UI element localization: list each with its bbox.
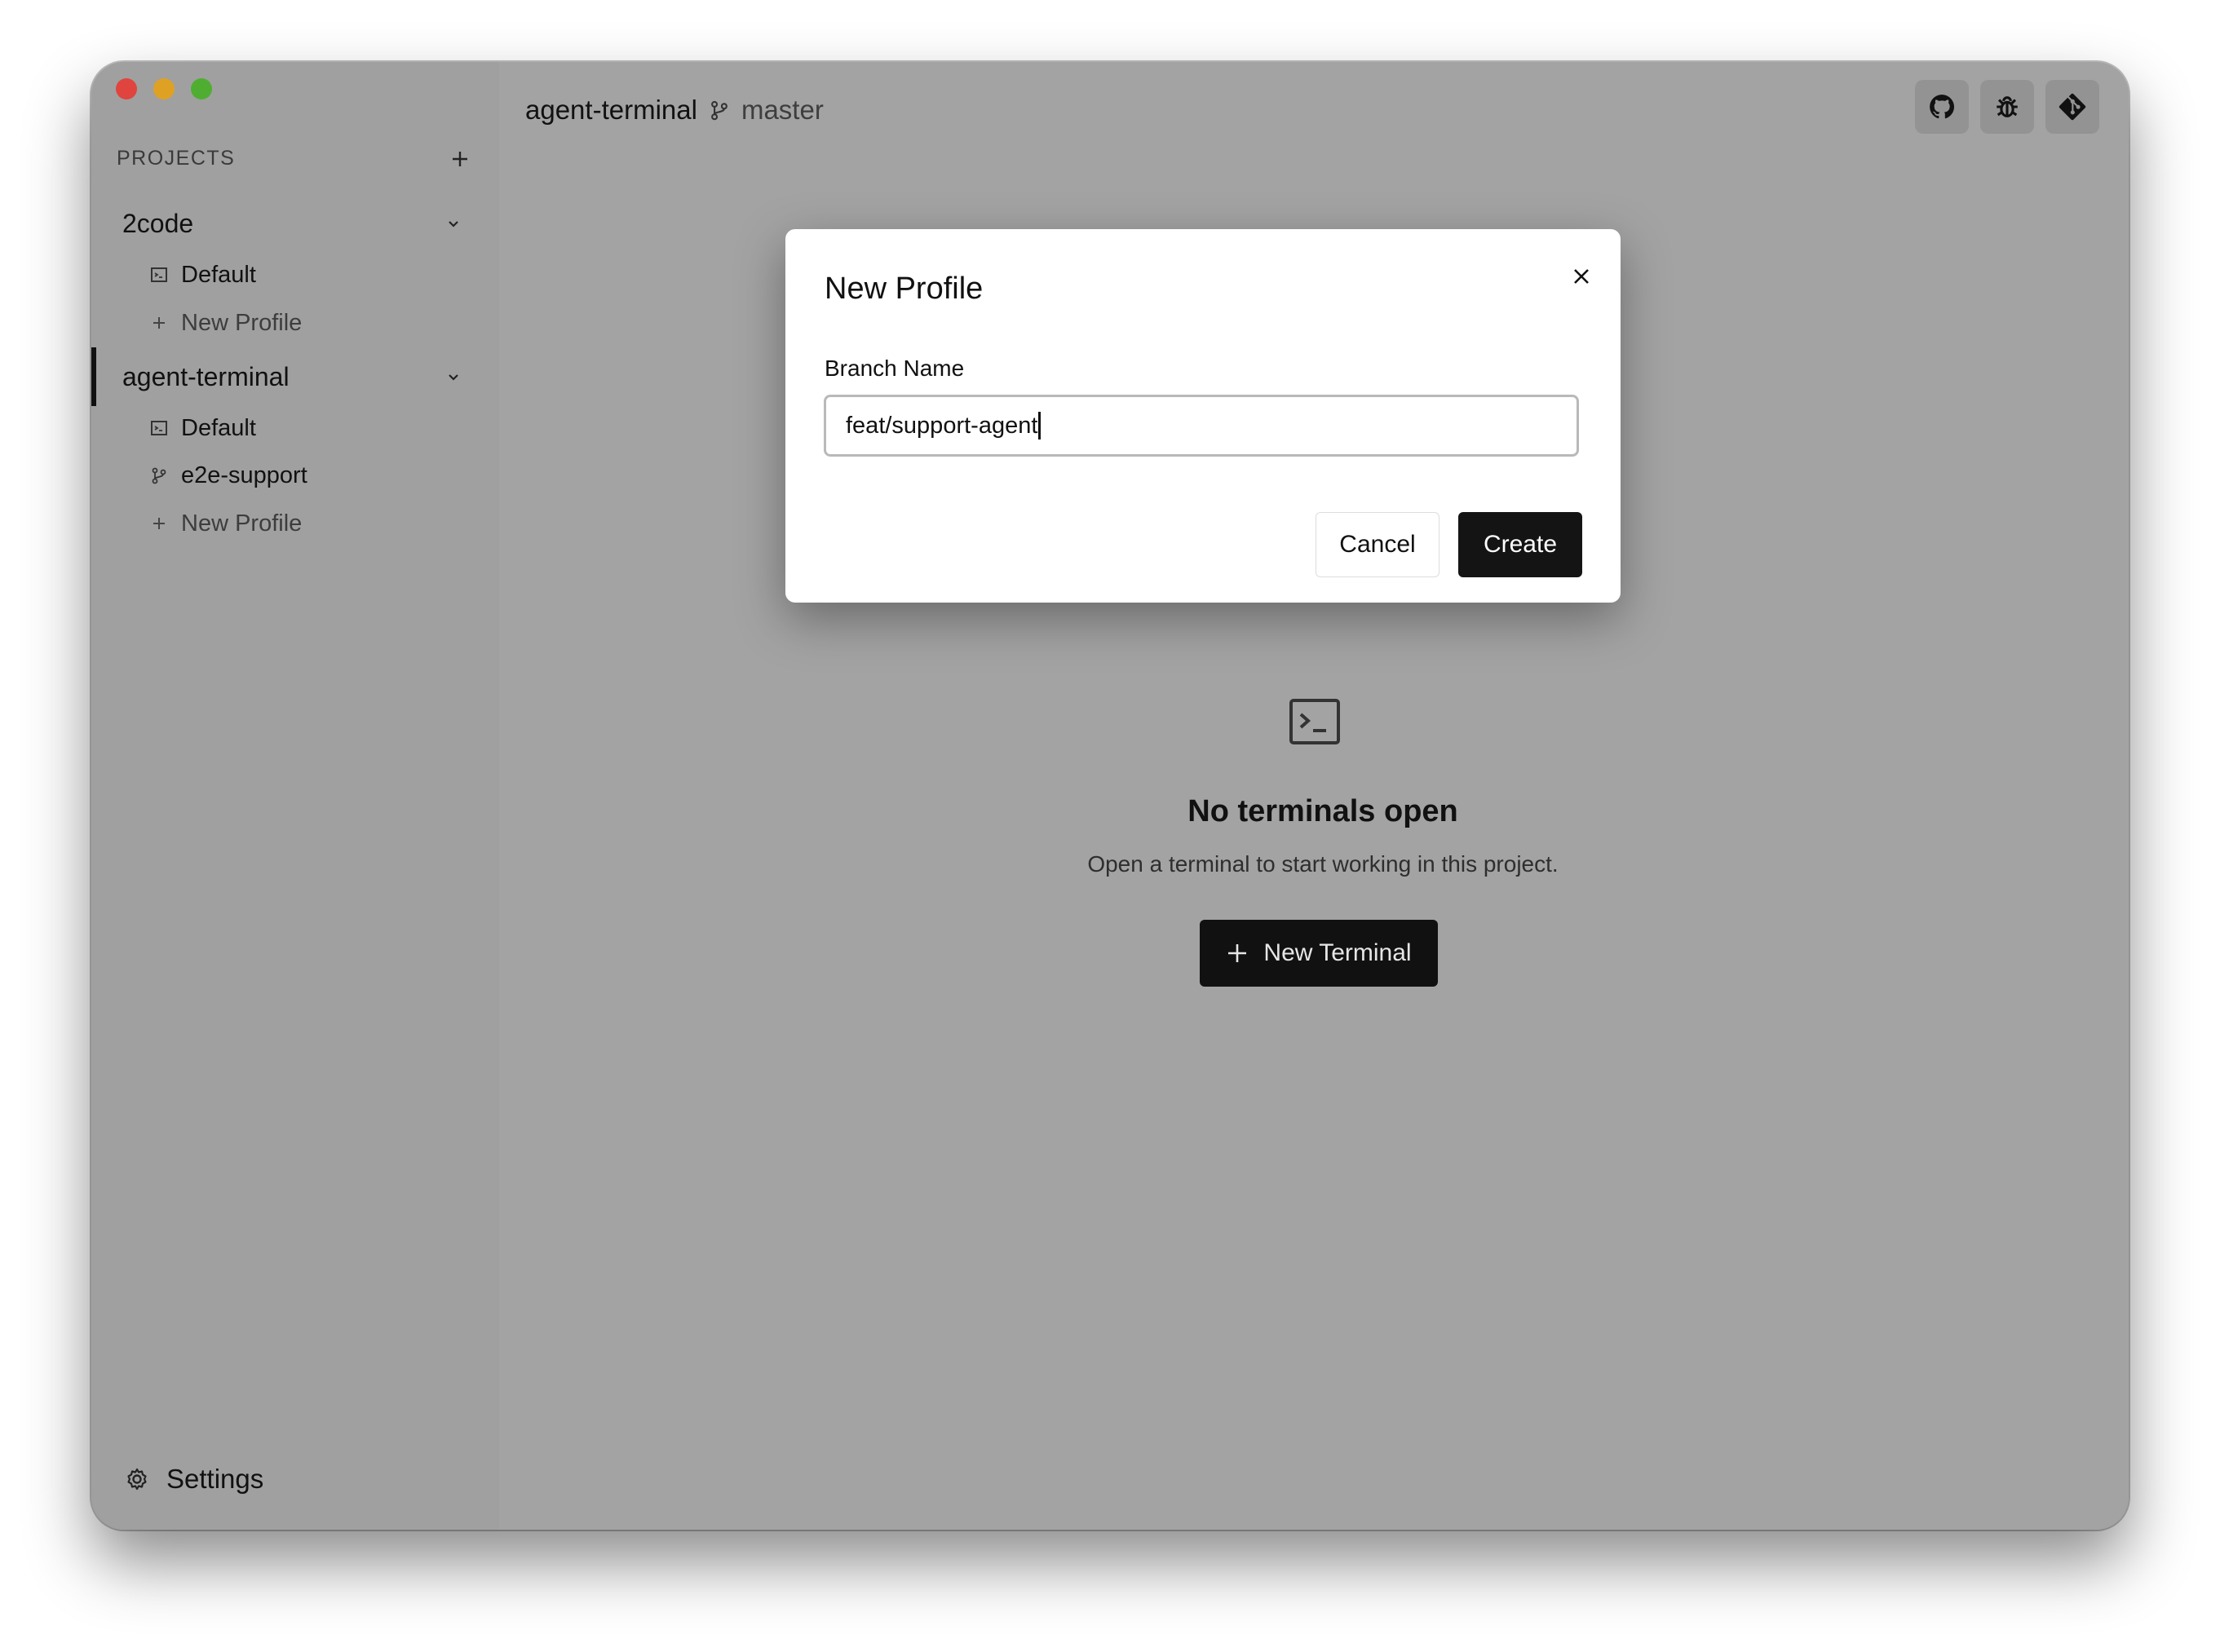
- plus-icon: [153, 317, 165, 329]
- empty-state-title: No terminals open: [1187, 794, 1458, 828]
- plus-icon: [153, 518, 165, 529]
- breadcrumb: agent-terminal master: [525, 95, 824, 126]
- cancel-button[interactable]: Cancel: [1316, 512, 1439, 577]
- branch-icon: [711, 100, 727, 121]
- profile-default-agent-terminal[interactable]: Default: [181, 412, 256, 444]
- terminal-icon: [151, 267, 167, 282]
- settings-button[interactable]: Settings: [124, 1464, 263, 1495]
- app-window: PROJECTS 2code Default New Profile agent…: [91, 62, 2129, 1530]
- new-terminal-button[interactable]: New Terminal: [1200, 920, 1438, 987]
- sidebar: PROJECTS 2code Default New Profile agent…: [91, 62, 499, 1530]
- text-cursor: [1038, 412, 1041, 440]
- branch-name-label: Branch Name: [825, 356, 965, 381]
- create-button[interactable]: Create: [1458, 512, 1582, 577]
- repo-name: agent-terminal: [525, 95, 697, 125]
- branch-name-input[interactable]: feat/support-agent: [824, 395, 1579, 457]
- github-icon: [1930, 95, 1955, 119]
- plus-icon: [1228, 944, 1247, 962]
- terminal-icon: [151, 421, 167, 435]
- new-profile-2code[interactable]: New Profile: [181, 307, 302, 339]
- profile-e2e-support[interactable]: e2e-support: [181, 459, 307, 492]
- git-icon: [2059, 93, 2086, 121]
- bug-button[interactable]: [1980, 80, 2034, 134]
- projects-heading: PROJECTS: [117, 147, 236, 170]
- zoom-window-button[interactable]: [191, 78, 212, 99]
- minimize-window-button[interactable]: [153, 78, 175, 99]
- git-button[interactable]: [2045, 80, 2099, 134]
- terminal-icon: [1289, 699, 1340, 744]
- github-button[interactable]: [1915, 80, 1969, 134]
- close-window-button[interactable]: [116, 78, 137, 99]
- profile-default-2code[interactable]: Default: [181, 258, 256, 291]
- settings-label: Settings: [166, 1464, 264, 1494]
- empty-state-subtitle: Open a terminal to start working in this…: [1087, 851, 1559, 877]
- new-profile-dialog: New Profile Branch Name feat/support-age…: [785, 229, 1621, 603]
- branch-icon: [152, 467, 166, 484]
- project-agent-terminal[interactable]: agent-terminal: [122, 362, 290, 392]
- project-2code[interactable]: 2code: [122, 209, 193, 239]
- new-terminal-label: New Terminal: [1263, 939, 1412, 966]
- window-controls: [116, 78, 212, 99]
- gear-icon: [127, 1468, 147, 1491]
- close-icon: [1574, 269, 1589, 284]
- chevron-down-icon[interactable]: [444, 369, 462, 386]
- active-indicator: [91, 347, 96, 406]
- new-profile-agent-terminal[interactable]: New Profile: [181, 507, 302, 540]
- close-dialog-button[interactable]: [1565, 260, 1598, 293]
- branch-name-value: feat/support-agent: [846, 412, 1038, 439]
- chevron-down-icon[interactable]: [444, 215, 462, 233]
- dialog-title: New Profile: [825, 272, 984, 306]
- branch-name: master: [741, 95, 824, 125]
- bug-icon: [1997, 96, 2018, 117]
- add-project-icon[interactable]: [451, 150, 469, 168]
